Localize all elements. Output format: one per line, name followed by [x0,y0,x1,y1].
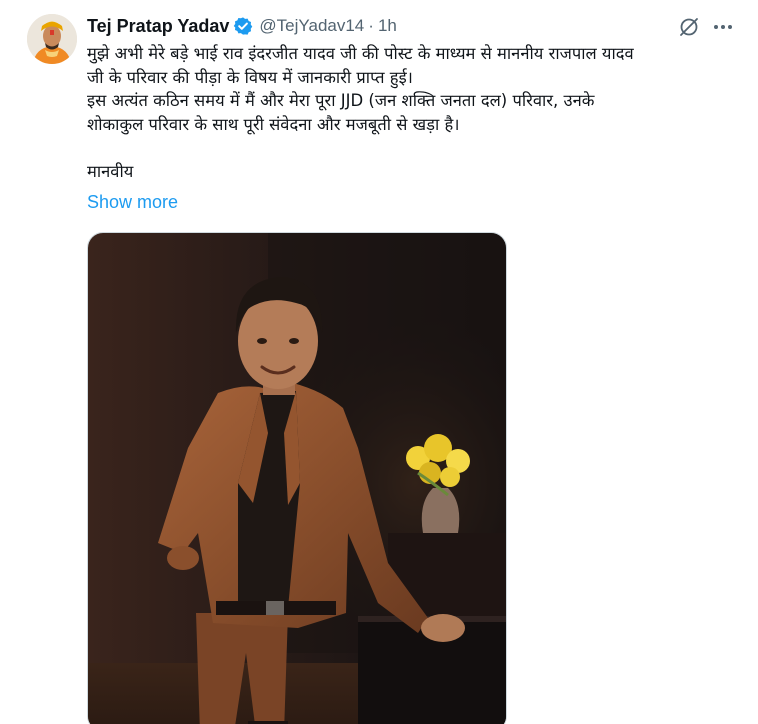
tweet-text-line: शोकाकुल परिवार के साथ पूरी संवेदना और मज… [87,114,460,134]
tweet-text-line: इस अत्यंत कठिन समय में मैं और मेरा पूरा … [87,91,595,110]
author-avatar[interactable] [27,14,77,64]
tweet-text-line: जी के परिवार की पीड़ा के विषय में जानकार… [87,67,413,87]
more-options-icon[interactable] [712,17,734,37]
verified-badge-icon [233,16,253,36]
show-more-link[interactable]: Show more [87,192,178,213]
author-name[interactable]: Tej Pratap Yadav [87,16,229,37]
tweet-photo[interactable] [87,232,507,724]
tweet-header: Tej Pratap Yadav @TejYadav14 · 1h [87,14,397,38]
tweet-text-line: मुझे अभी मेरे बड़े भाई राव इंदरजीत यादव … [87,44,634,63]
tweet-timestamp[interactable]: 1h [378,16,397,36]
tweet-text-line: मानवीय [87,161,134,181]
grok-icon[interactable] [679,17,699,37]
tweet-text: मुझे अभी मेरे बड़े भाई राव इंदरजीत यादव … [87,42,747,183]
author-handle[interactable]: @TejYadav14 [259,16,364,36]
tweet-card: Tej Pratap Yadav @TejYadav14 · 1h मुझे अ… [0,0,758,724]
header-separator: · [368,16,374,35]
